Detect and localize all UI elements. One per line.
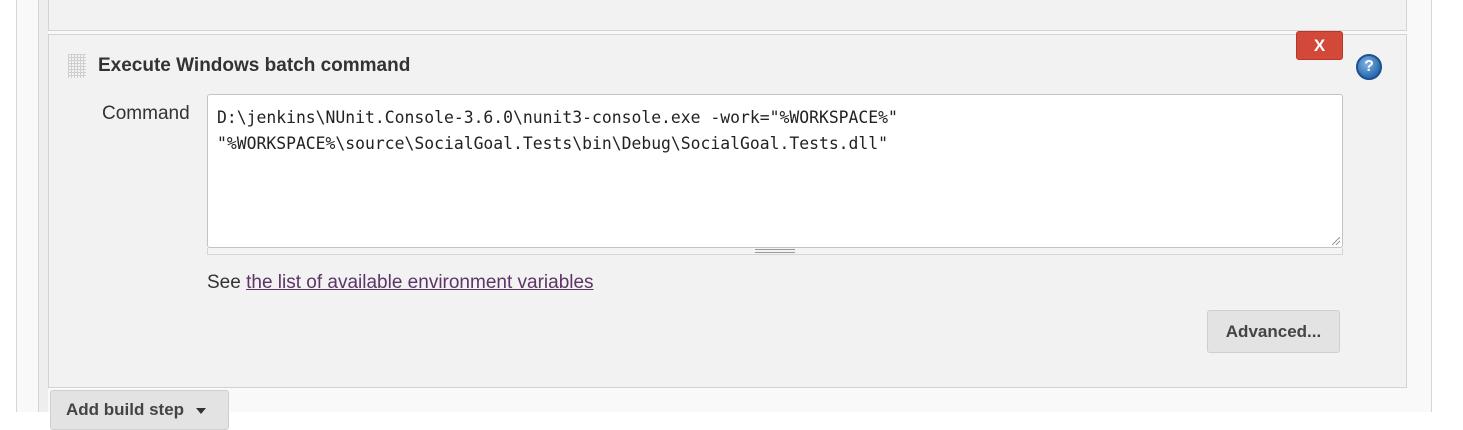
command-label: Command xyxy=(102,103,190,124)
chevron-down-icon xyxy=(196,407,207,414)
add-build-step-button[interactable]: Add build step xyxy=(50,390,229,430)
textarea-resize-bar[interactable] xyxy=(207,248,1343,255)
advanced-button[interactable]: Advanced... xyxy=(1207,310,1340,353)
build-step-title: Execute Windows batch command xyxy=(98,55,411,76)
command-line: D:\jenkins\NUnit.Console-3.6.0\nunit3-co… xyxy=(217,108,898,127)
resize-grip-icon[interactable] xyxy=(755,249,795,253)
env-variables-link[interactable]: the list of available environment variab… xyxy=(246,272,593,293)
help-icon[interactable]: ? xyxy=(1356,54,1382,80)
drag-handle-icon[interactable] xyxy=(68,54,86,78)
env-variables-hint: See the list of available environment va… xyxy=(207,272,594,294)
command-line: "%WORKSPACE%\source\SocialGoal.Tests\bin… xyxy=(217,134,889,153)
previous-section xyxy=(48,0,1407,31)
add-build-step-label: Add build step xyxy=(66,400,185,419)
resize-corner-icon[interactable] xyxy=(1332,237,1340,245)
section-rail xyxy=(38,0,48,412)
delete-step-button[interactable]: X xyxy=(1296,31,1343,60)
env-hint-prefix: See xyxy=(207,272,247,293)
command-textarea[interactable]: D:\jenkins\NUnit.Console-3.6.0\nunit3-co… xyxy=(207,94,1343,248)
